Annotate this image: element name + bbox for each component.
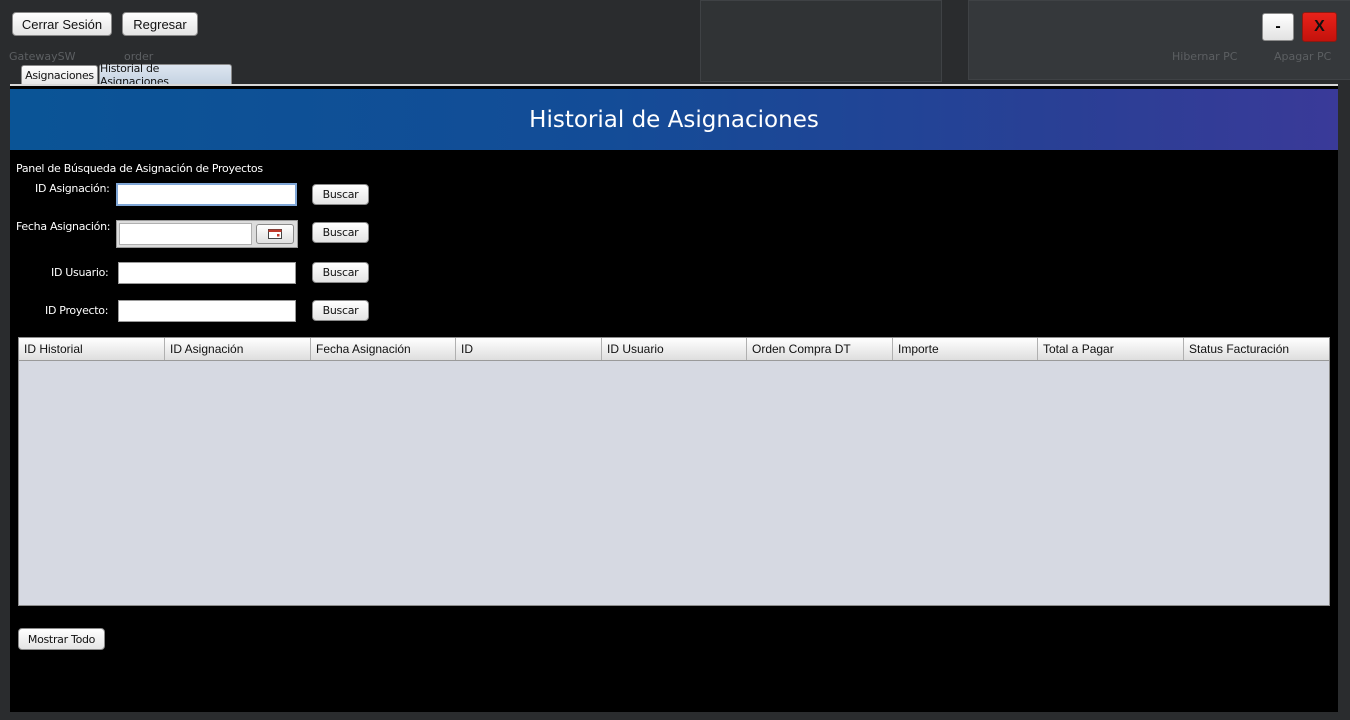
search-panel-title: Panel de Búsqueda de Asignación de Proye… [16, 162, 263, 175]
calendar-icon [268, 229, 282, 239]
column-header[interactable]: Importe [893, 338, 1038, 360]
assignment-id-input[interactable] [116, 183, 297, 206]
column-header[interactable]: ID Asignación [165, 338, 311, 360]
show-all-button[interactable]: Mostrar Todo [18, 628, 105, 650]
column-header[interactable]: ID Historial [19, 338, 165, 360]
tab-historial-asignaciones[interactable]: Historial de Asignaciones [99, 62, 232, 88]
column-header[interactable]: Fecha Asignación [311, 338, 456, 360]
minimize-button[interactable]: - [1262, 13, 1294, 41]
search-user-id-button[interactable]: Buscar [312, 262, 369, 283]
page-title: Historial de Asignaciones [10, 89, 1338, 150]
desktop-icon-label: GatewaySW [9, 50, 76, 63]
assignment-date-label: Fecha Asignación: [16, 220, 111, 233]
assignment-date-input[interactable] [119, 223, 252, 245]
search-assignment-date-button[interactable]: Buscar [312, 222, 369, 243]
assignment-id-label: ID Asignación: [35, 182, 110, 195]
history-table[interactable]: ID Historial ID Asignación Fecha Asignac… [18, 337, 1330, 606]
table-body[interactable] [19, 361, 1329, 606]
desktop-icon-label: Hibernar PC [1172, 50, 1238, 63]
calendar-button[interactable] [256, 224, 294, 244]
close-button[interactable]: X [1302, 12, 1337, 42]
project-id-input[interactable] [118, 300, 296, 322]
search-assignment-id-button[interactable]: Buscar [312, 184, 369, 205]
column-header[interactable]: Total a Pagar [1038, 338, 1184, 360]
history-panel: Historial de Asignaciones Panel de Búsqu… [10, 84, 1338, 712]
column-header[interactable]: ID [456, 338, 602, 360]
tab-asignaciones[interactable]: Asignaciones [21, 65, 98, 84]
desktop-panel [700, 0, 942, 82]
user-id-input[interactable] [118, 262, 296, 284]
project-id-label: ID Proyecto: [45, 304, 109, 317]
column-header[interactable]: Status Facturación [1184, 338, 1329, 360]
desktop-icon-label: Apagar PC [1274, 50, 1332, 63]
column-header[interactable]: Orden Compra DT [747, 338, 893, 360]
back-button[interactable]: Regresar [122, 12, 198, 36]
column-header[interactable]: ID Usuario [602, 338, 747, 360]
logout-button[interactable]: Cerrar Sesión [12, 12, 112, 36]
date-picker [116, 220, 298, 248]
search-project-id-button[interactable]: Buscar [312, 300, 369, 321]
user-id-label: ID Usuario: [51, 266, 109, 279]
table-header: ID Historial ID Asignación Fecha Asignac… [19, 338, 1329, 361]
